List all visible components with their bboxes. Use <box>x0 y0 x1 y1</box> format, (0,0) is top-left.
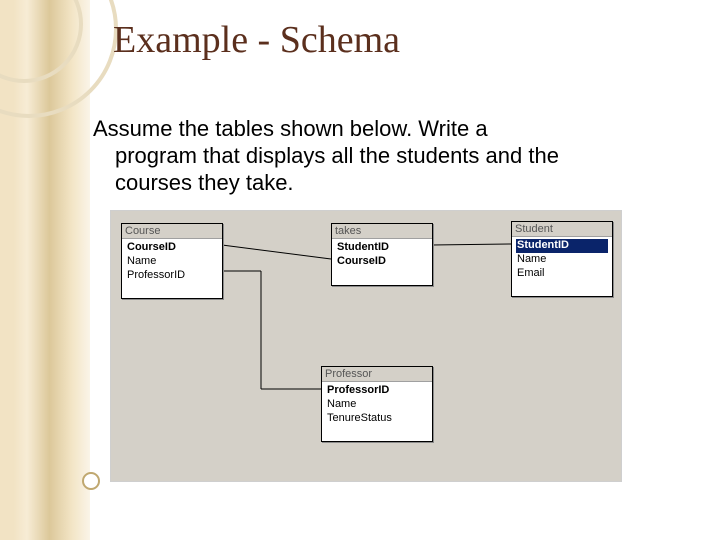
decorative-bullet-ring <box>82 472 100 490</box>
table-title: Student <box>512 222 612 237</box>
body-line: Assume the tables shown below. Write a <box>93 116 488 141</box>
table-title: Professor <box>322 367 432 382</box>
body-line: courses they take. <box>93 170 653 197</box>
field: TenureStatus <box>326 412 428 426</box>
slide-body-text: Assume the tables shown below. Write a p… <box>93 116 653 196</box>
table-title: Course <box>122 224 222 239</box>
field: Name <box>126 255 218 269</box>
field-pk: ProfessorID <box>326 384 428 398</box>
field: Email <box>516 267 608 281</box>
body-line: program that displays all the students a… <box>93 143 653 170</box>
field-pk: CourseID <box>126 241 218 255</box>
field-pk-selected: StudentID <box>516 239 608 253</box>
table-title: takes <box>332 224 432 239</box>
field-pk: StudentID <box>336 241 428 255</box>
slide-title: Example - Schema <box>113 18 400 62</box>
field: ProfessorID <box>126 269 218 283</box>
field: Name <box>516 253 608 267</box>
schema-diagram: Course CourseID Name ProfessorID takes S… <box>110 210 622 482</box>
table-professor: Professor ProfessorID Name TenureStatus <box>321 366 433 442</box>
table-takes: takes StudentID CourseID <box>331 223 433 286</box>
table-student: Student StudentID Name Email <box>511 221 613 297</box>
table-course: Course CourseID Name ProfessorID <box>121 223 223 299</box>
field-pk: CourseID <box>336 255 428 269</box>
field: Name <box>326 398 428 412</box>
